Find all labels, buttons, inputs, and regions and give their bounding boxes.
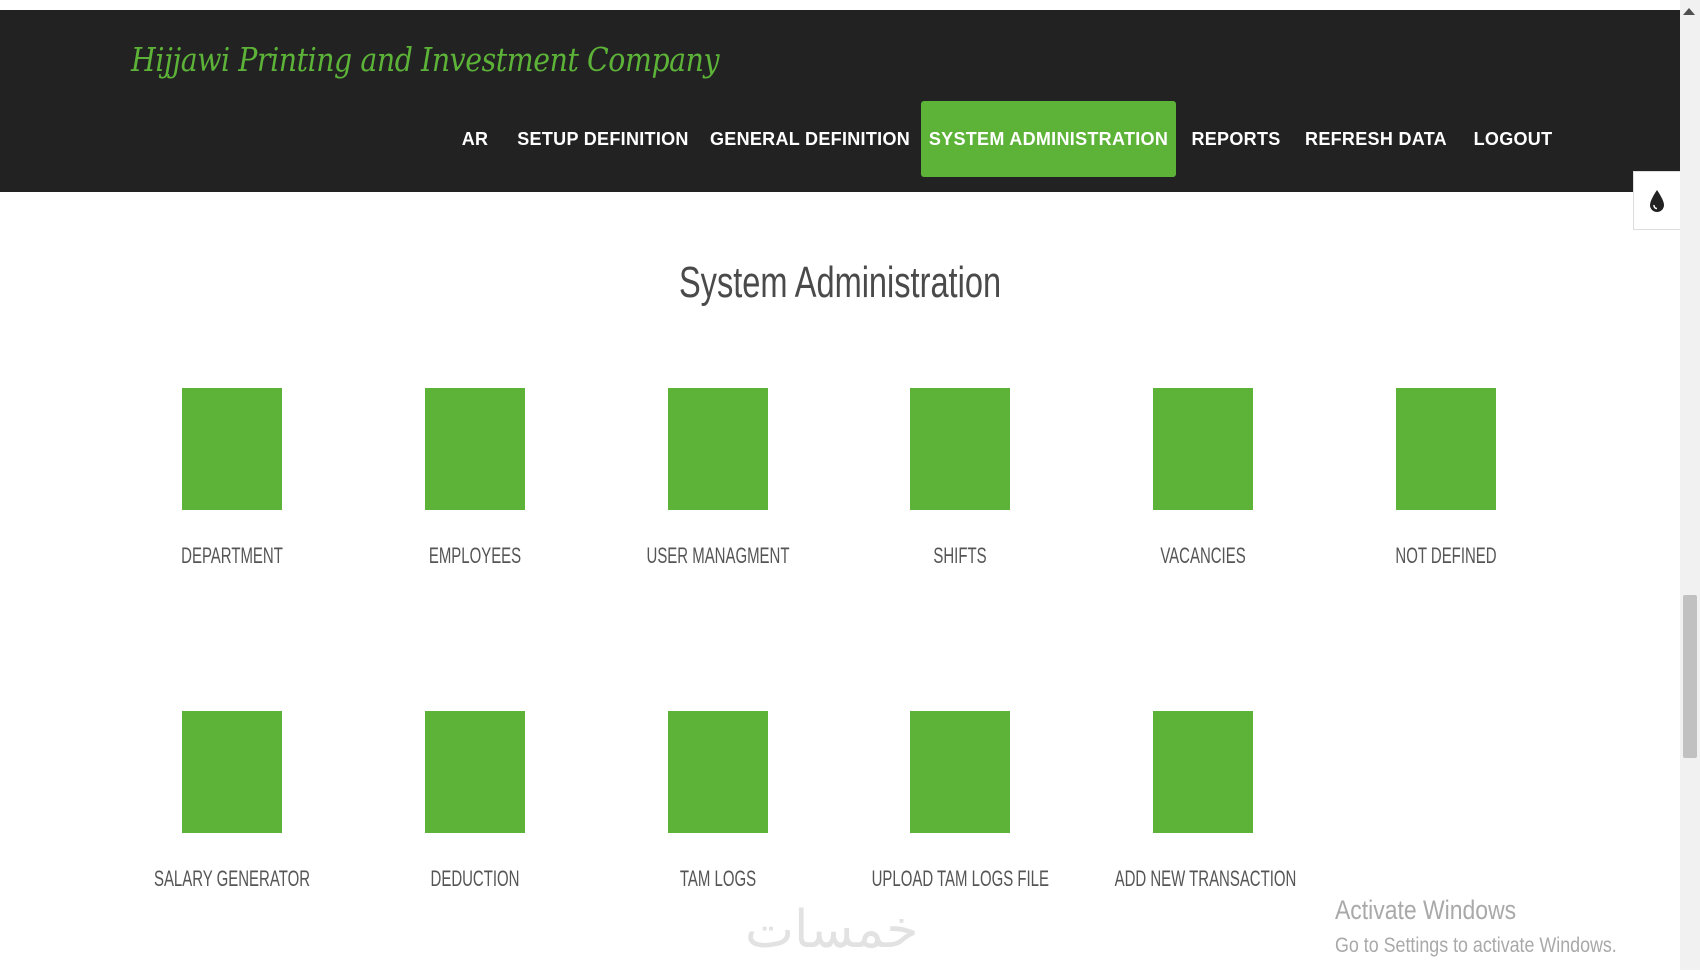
activate-windows-notice: Activate Windows Go to Settings to activ…	[1335, 895, 1667, 958]
tile-icon	[910, 711, 1010, 833]
nav-item-logout[interactable]: LOGOUT	[1467, 101, 1559, 177]
tile-icon	[425, 711, 525, 833]
tile-icon	[1153, 711, 1253, 833]
top-strip	[0, 0, 1680, 10]
page-title: System Administration	[678, 258, 1002, 307]
tile-user-managment[interactable]: USER MANAGMENT	[608, 388, 828, 648]
tile-label: EMPLOYEES	[428, 543, 522, 568]
nav-item-ar[interactable]: AR	[450, 101, 500, 177]
nav-item-system-administration[interactable]: SYSTEM ADMINISTRATION	[921, 101, 1176, 177]
tile-icon	[425, 388, 525, 510]
tile-deduction[interactable]: DEDUCTION	[365, 711, 585, 971]
scroll-up-arrow-icon[interactable]	[1683, 8, 1695, 15]
tile-icon	[182, 711, 282, 833]
nav-item-refresh-data[interactable]: REFRESH DATA	[1302, 101, 1450, 177]
tile-icon	[668, 388, 768, 510]
tile-label: NOT DEFINED	[1395, 543, 1497, 568]
tile-label: USER MANAGMENT	[646, 543, 790, 568]
tile-vacancies[interactable]: VACANCIES	[1093, 388, 1313, 648]
activate-windows-title: Activate Windows	[1335, 895, 1517, 925]
tile-icon	[1396, 388, 1496, 510]
tile-label: TAM LOGS	[679, 866, 757, 891]
tile-label: DEDUCTION	[430, 866, 520, 891]
tile-employees[interactable]: EMPLOYEES	[365, 388, 585, 648]
tile-shifts[interactable]: SHIFTS	[850, 388, 1070, 648]
tile-not-defined[interactable]: NOT DEFINED	[1336, 388, 1556, 648]
brand-logo[interactable]: Hijjawi Printing and Investment Company	[131, 40, 720, 79]
tile-label: UPLOAD TAM LOGS FILE	[871, 866, 1049, 891]
tile-salary-generator[interactable]: SALARY GENERATOR	[122, 711, 342, 971]
tile-icon	[668, 711, 768, 833]
tile-label: DEPARTMENT	[181, 543, 283, 568]
nav-item-setup-definition[interactable]: SETUP DEFINITION	[515, 101, 691, 177]
tile-icon	[910, 388, 1010, 510]
scrollbar-track[interactable]	[1680, 0, 1700, 970]
tile-label: SHIFTS	[933, 543, 987, 568]
tile-label: VACANCIES	[1160, 543, 1246, 568]
drop-icon	[1650, 189, 1664, 212]
tile-department[interactable]: DEPARTMENT	[122, 388, 342, 648]
tile-label: SALARY GENERATOR	[153, 866, 311, 891]
tile-label: ADD NEW TRANSACTION	[1114, 866, 1297, 891]
tile-icon	[182, 388, 282, 510]
tile-icon	[1153, 388, 1253, 510]
scrollbar-thumb[interactable]	[1683, 595, 1697, 758]
watermark-text: خمسات	[745, 900, 919, 960]
nav-item-general-definition[interactable]: GENERAL DEFINITION	[710, 101, 910, 177]
nav-item-reports[interactable]: REPORTS	[1186, 101, 1286, 177]
theme-toggle-button[interactable]	[1633, 171, 1680, 230]
tile-add-new-transaction[interactable]: ADD NEW TRANSACTION	[1093, 711, 1313, 971]
activate-windows-subtitle: Go to Settings to activate Windows.	[1335, 934, 1617, 957]
navbar: Hijjawi Printing and Investment Company …	[0, 10, 1680, 192]
